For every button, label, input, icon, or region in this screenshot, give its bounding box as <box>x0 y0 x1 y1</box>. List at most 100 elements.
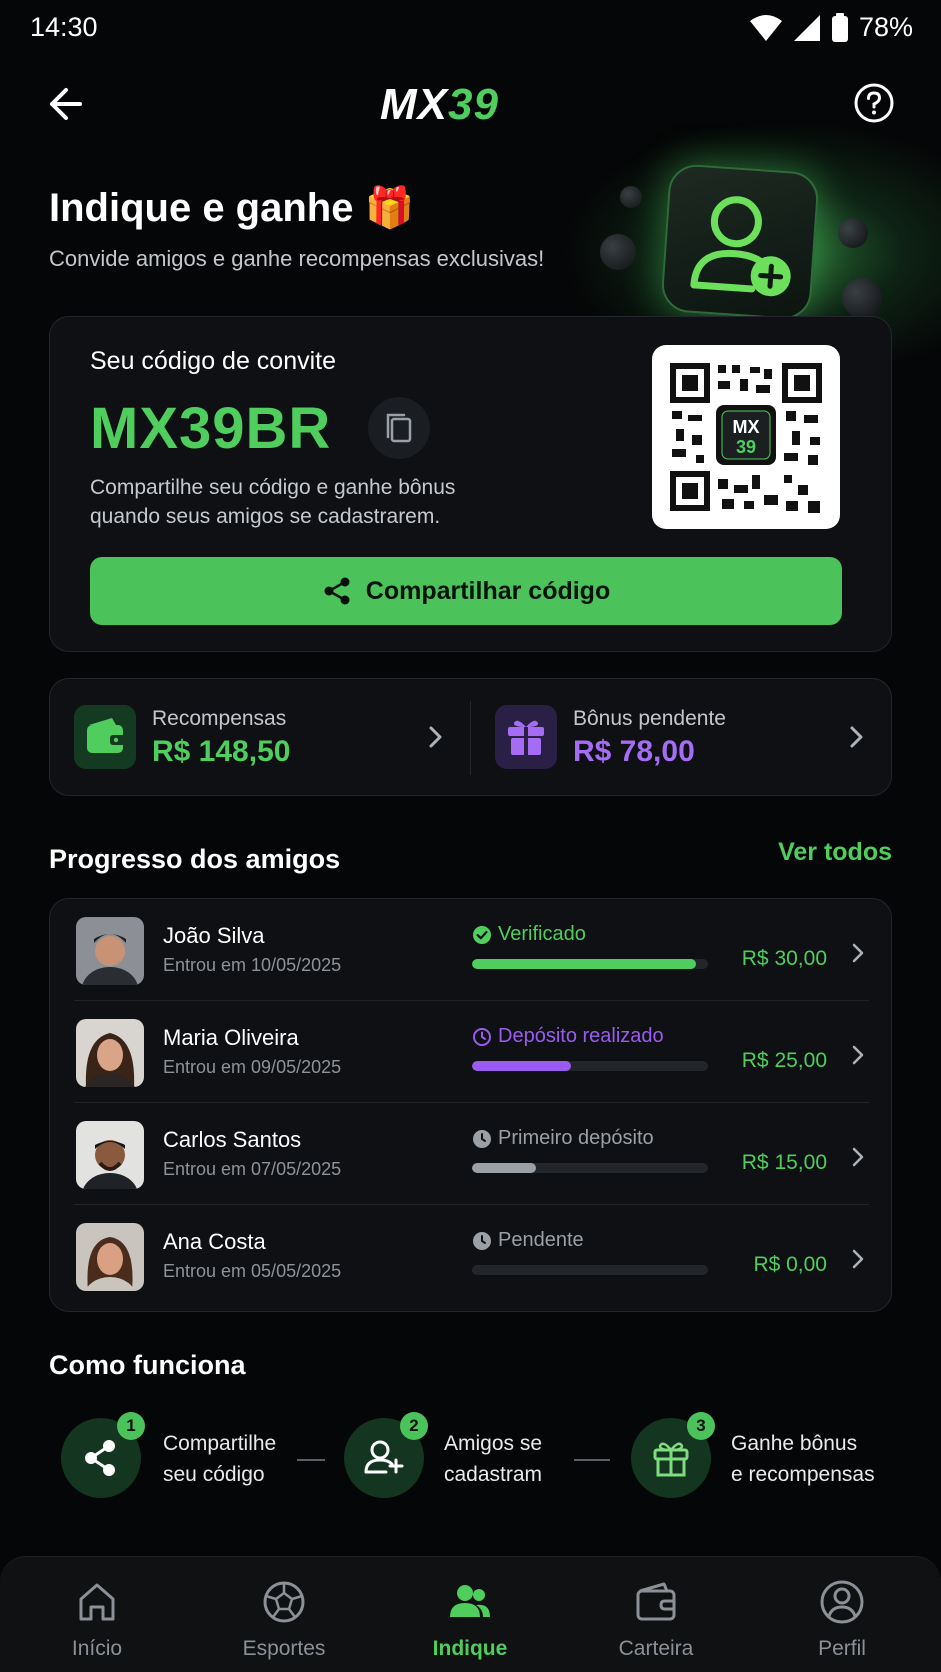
decor-orb <box>620 186 642 208</box>
nav-label: Perfil <box>818 1637 866 1660</box>
friends-section-title: Progresso dos amigos <box>49 844 341 874</box>
friend-joined: Entrou em 10/05/2025 <box>163 955 342 975</box>
avatar <box>76 1019 144 1087</box>
nav-perfil[interactable]: Perfil <box>748 1557 936 1672</box>
friend-name: Ana Costa <box>163 1229 266 1254</box>
invite-code: MX39BR <box>90 396 332 461</box>
logo-mx: MX <box>380 80 448 129</box>
friend-progress-bar <box>472 1163 708 1173</box>
share-code-button[interactable]: Compartilhar código <box>90 557 842 625</box>
check-circle-icon <box>473 925 491 944</box>
rewards-pending[interactable]: Bônus pendente R$ 78,00 <box>471 679 891 797</box>
friend-row[interactable]: João Silva Entrou em 10/05/2025 Verifica… <box>50 899 893 1001</box>
hero-illustration <box>660 162 820 322</box>
friend-joined: Entrou em 05/05/2025 <box>163 1261 342 1281</box>
help-button[interactable] <box>853 82 895 124</box>
step-line: seu código <box>163 1463 265 1486</box>
soccer-ball-icon <box>263 1581 305 1623</box>
decor-orb <box>838 218 868 248</box>
step-3: 3 Ganhe bônus e recompensas <box>631 1412 891 1504</box>
nav-label: Indique <box>432 1637 508 1660</box>
friend-progress-bar <box>472 959 708 969</box>
bottom-navigation: Início Esportes Indique Carteira Perfil <box>0 1556 941 1672</box>
users-icon <box>450 1585 490 1617</box>
avatar-photo <box>76 917 144 985</box>
how-it-works-title: Como funciona <box>49 1350 246 1380</box>
nav-esportes[interactable]: Esportes <box>190 1557 378 1672</box>
chevron-right-icon <box>850 726 863 748</box>
nav-inicio[interactable]: Início <box>3 1557 191 1672</box>
friend-amount: R$ 25,00 <box>741 1049 827 1072</box>
friend-name: Carlos Santos <box>163 1127 302 1152</box>
gift-emoji: 🎁 <box>364 186 415 230</box>
qr-logo-mx: MX <box>733 417 760 437</box>
arrow-left-icon <box>50 88 82 120</box>
copy-code-button[interactable] <box>368 397 430 459</box>
rewards-card: Recompensas R$ 148,50 Bônus pendente R$ … <box>49 678 892 796</box>
friend-joined: Entrou em 07/05/2025 <box>163 1159 342 1179</box>
nav-label: Carteira <box>618 1637 694 1660</box>
step-text: Compartilhe seu código <box>163 1428 276 1490</box>
user-plus-icon <box>690 196 791 297</box>
nav-indique[interactable]: Indique <box>376 1557 564 1672</box>
avatar <box>76 917 144 985</box>
invite-qr-code[interactable]: MX 39 <box>652 345 840 529</box>
rewards-icon-box <box>74 705 136 769</box>
chevron-right-icon <box>852 1045 864 1065</box>
step-1: 1 Compartilhe seu código <box>61 1412 311 1504</box>
home-icon <box>79 1583 115 1621</box>
clock-icon <box>473 1129 491 1148</box>
friend-amount: R$ 0,00 <box>753 1253 827 1276</box>
status-time: 14:30 <box>30 12 98 42</box>
step-connector <box>297 1459 325 1461</box>
chevron-right-icon <box>852 1147 864 1167</box>
step-line: Ganhe bônus <box>731 1432 858 1455</box>
page-title-text: Indique e ganhe <box>49 186 354 230</box>
friend-status: Pendente <box>472 1229 584 1252</box>
copy-icon <box>386 413 412 443</box>
friend-amount: R$ 30,00 <box>741 947 827 970</box>
app-logo: MX39 <box>380 80 570 129</box>
clock-icon <box>473 1027 491 1046</box>
friend-row[interactable]: Carlos Santos Entrou em 07/05/2025 Prime… <box>50 1103 893 1205</box>
friend-status: Verificado <box>472 923 586 946</box>
nav-carteira[interactable]: Carteira <box>562 1557 750 1672</box>
friend-progress-bar <box>472 1265 708 1275</box>
avatar <box>76 1121 144 1189</box>
chevron-right-icon <box>429 726 442 748</box>
gift-icon <box>508 720 544 755</box>
clock-icon <box>473 1231 491 1250</box>
profile-icon <box>820 1580 864 1624</box>
pending-icon-box <box>495 705 557 769</box>
step-line: Compartilhe <box>163 1432 277 1455</box>
logo-39: 39 <box>448 80 499 129</box>
step-number: 2 <box>400 1412 428 1440</box>
step-number: 3 <box>687 1412 715 1440</box>
friend-joined: Entrou em 09/05/2025 <box>163 1057 342 1077</box>
friend-name: João Silva <box>163 923 265 948</box>
step-number: 1 <box>117 1412 145 1440</box>
friend-progress-bar <box>472 1061 708 1071</box>
rewards-earned[interactable]: Recompensas R$ 148,50 <box>50 679 470 797</box>
chevron-right-icon <box>852 943 864 963</box>
back-button[interactable] <box>44 80 92 128</box>
friend-status-label: Primeiro depósito <box>498 1127 654 1149</box>
step-2: 2 Amigos se cadastram <box>344 1412 594 1504</box>
friend-row[interactable]: Maria Oliveira Entrou em 09/05/2025 Depó… <box>50 1001 893 1103</box>
share-code-label: Compartilhar código <box>365 576 611 605</box>
friend-status-label: Depósito realizado <box>498 1025 664 1047</box>
see-all-link[interactable]: Ver todos <box>778 838 892 867</box>
friends-list: João Silva Entrou em 10/05/2025 Verifica… <box>49 898 892 1312</box>
rewards-pending-title: Bônus pendente <box>573 707 726 730</box>
step-text: Amigos se cadastram <box>444 1428 542 1490</box>
step-line: e recompensas <box>731 1463 875 1486</box>
how-it-works-steps: 1 Compartilhe seu código 2 Amigos se cad… <box>49 1412 892 1504</box>
qr-logo-39: 39 <box>736 437 756 457</box>
step-text: Ganhe bônus e recompensas <box>731 1428 875 1490</box>
friend-row[interactable]: Ana Costa Entrou em 05/05/2025 Pendente … <box>50 1205 893 1307</box>
battery-icon <box>831 12 848 42</box>
avatar <box>76 1223 144 1291</box>
avatar-photo <box>76 1019 144 1087</box>
page-subtitle: Convide amigos e ganhe recompensas exclu… <box>49 246 545 271</box>
avatar-photo <box>76 1121 144 1189</box>
